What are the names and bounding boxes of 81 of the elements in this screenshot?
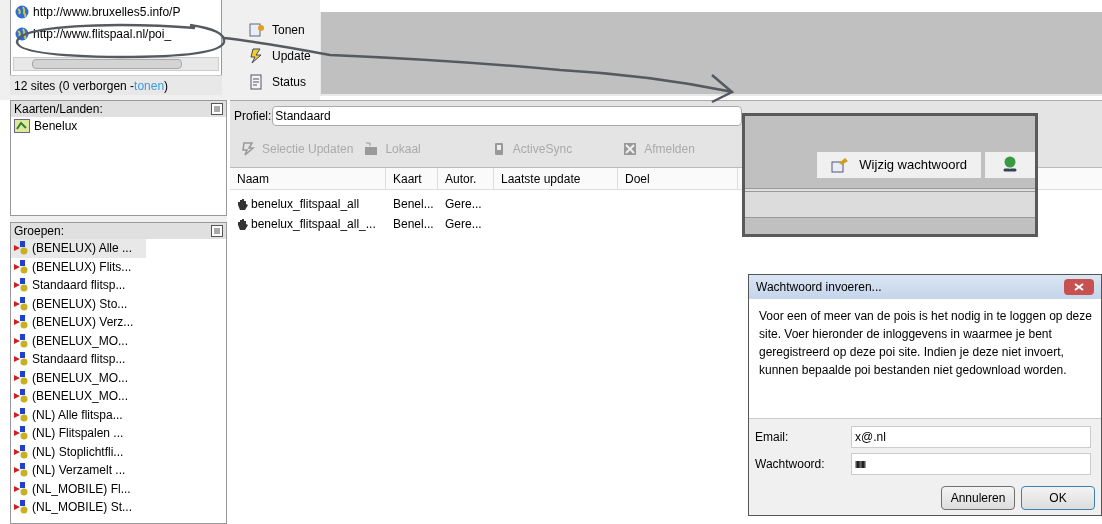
site-url[interactable]: http://www.bruxelles5.info/P [33,3,181,21]
column-header[interactable]: Laatste update [494,168,618,189]
group-icon [14,389,30,404]
list-view-icon[interactable] [211,103,223,115]
list-view-icon[interactable] [211,225,223,237]
side-toolbar-button[interactable]: Update [248,46,320,66]
profile-dropdown[interactable]: Standaard [272,105,743,126]
group-item[interactable]: Standaard flitsp... [11,350,146,369]
group-item[interactable]: (NL) Alle flitspa... [11,405,146,424]
group-icon [14,315,30,330]
group-icon [14,370,30,385]
document-icon [248,74,264,90]
table-cell-text: Benel... [393,196,434,213]
map-icon [14,119,30,133]
lightning-icon [240,140,256,157]
group-icon [14,463,30,478]
password-field[interactable]: |||||||| [851,453,1091,475]
map-item[interactable]: Benelux [34,117,78,135]
site-url[interactable]: http://www.flitspaal.nl/poi_ [33,25,172,43]
group-item[interactable]: (BENELUX_MO... [11,368,146,387]
group-item[interactable]: (BENELUX) Sto... [11,294,146,313]
folder-icon [363,140,380,157]
group-icon [14,407,30,422]
group-item[interactable]: (NL) Stoplichtfli... [11,442,146,461]
speech-page-icon [248,22,264,38]
globe-link-button[interactable] [985,152,1035,178]
column-header[interactable]: Kaart [386,168,438,189]
group-item[interactable]: (NL) Verzamelt ... [11,461,146,480]
globe-link-icon [1002,156,1018,174]
group-item[interactable]: Standaard flitsp... [11,276,146,295]
group-icon [14,426,30,441]
panel-title: Kaarten/Landen: [14,101,103,118]
close-button[interactable] [1064,279,1094,295]
dialog-message: Voor een of meer van de pois is het nodig in te loggen op deze site. Voer hieronder de inloggevens in waarmee je bent geregistreerd op deze poi site. Indien je deze niet invoert, kunnen bepaalde poi bestanden niet gedownload worden. [759,308,1093,379]
field-label: Wachtwoord: [755,456,826,473]
column-header[interactable]: Doel [618,168,738,189]
group-icon [14,333,30,348]
group-icon [14,296,30,311]
hand-icon [236,217,249,231]
table-cell-text: Gere... [445,216,482,233]
panel-title: Groepen: [14,223,65,240]
change-password-button[interactable]: Wijzig wachtwoord [817,152,981,178]
sites-status: 12 sites (0 verborgen - [14,77,135,95]
table-cell-text: benelux_flitspaal_all [251,196,360,213]
group-icon [14,500,30,515]
globe-icon [15,5,29,19]
group-item[interactable]: (BENELUX) Verz... [11,313,146,332]
profile-label: Profiel: [234,107,272,125]
group-item[interactable]: (NL_MOBILE) Fl... [11,479,146,498]
globe-icon [15,27,29,41]
side-toolbar-button[interactable]: Tonen [248,20,320,40]
group-icon [14,241,30,256]
dialog-button[interactable]: OK [1021,486,1095,510]
group-icon [14,259,30,274]
group-item[interactable]: (NL_MOBILE) St... [11,498,146,517]
status-paren: ) [164,77,169,95]
side-toolbar-button[interactable]: Status [248,72,320,92]
group-item[interactable]: (BENELUX_MO... [11,331,146,350]
group-icon [14,444,30,459]
column-header[interactable]: Naam [230,168,386,189]
group-icon [14,278,30,293]
group-icon [14,481,30,496]
hand-icon [236,197,249,211]
table-cell-text: benelux_flitspaal_all_... [251,216,376,233]
horizontal-scrollbar[interactable] [13,57,219,71]
dialog-button[interactable]: Annuleren [941,486,1015,510]
group-icon [14,352,30,367]
dialog-title: Wachtwoord invoeren... [756,279,882,296]
grid-cross-icon [622,140,639,157]
group-item[interactable]: (NL) Flitspalen ... [11,424,146,443]
lightning-icon [248,48,264,64]
group-item[interactable]: (BENELUX) Flits... [11,257,146,276]
key-card-icon [831,157,850,173]
column-header[interactable]: Autor. [438,168,494,189]
field-label: Email: [755,429,790,446]
email-field[interactable]: x@.nl [851,426,1091,448]
table-cell-text: Benel... [393,216,434,233]
group-item[interactable]: (BENELUX) Alle ... [11,239,146,258]
group-item[interactable]: (BENELUX_MO... [11,387,146,406]
close-icon [1074,283,1084,291]
table-cell-text: Gere... [445,196,482,213]
